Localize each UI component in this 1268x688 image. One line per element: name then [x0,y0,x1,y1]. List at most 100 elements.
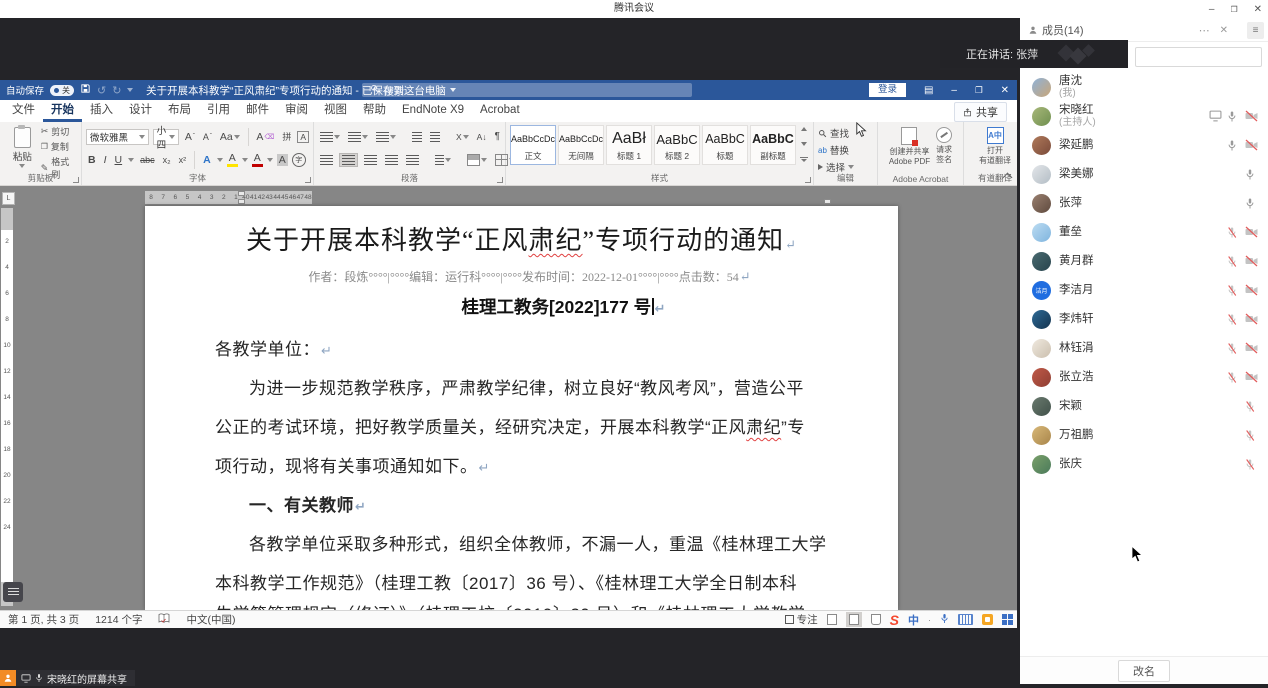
copy-button[interactable]: ❐复制 [41,140,77,153]
tab-stop-selector[interactable]: L [2,192,15,205]
member-row[interactable]: 宋晓红(主持人) [1020,102,1268,131]
grow-font-button[interactable]: Aˆ [183,131,197,143]
find-button[interactable]: 查找 [818,126,873,140]
align-right-button[interactable] [362,155,379,165]
ribbon-display-icon[interactable]: ▤ [924,85,933,96]
style-标题 2[interactable]: AaBbC标题 2 [654,125,700,165]
tab-视图[interactable]: 视图 [316,100,355,122]
highlight-button[interactable]: A [227,152,238,167]
tab-插入[interactable]: 插入 [82,100,121,122]
shading-button[interactable] [465,154,489,166]
undo-icon[interactable]: ↺ [97,84,106,97]
style-副标题[interactable]: AaBbC副标题 [750,125,796,165]
underline-button[interactable]: U [113,154,125,166]
clear-format-button[interactable]: A⌫ [254,131,276,143]
member-row[interactable]: 张庆 [1020,450,1268,479]
first-line-indent-marker[interactable] [238,191,245,196]
sogou-logo-icon[interactable]: S [890,612,899,628]
autosave-toggle[interactable]: 关 [50,85,74,96]
rename-button[interactable]: 改名 [1118,660,1170,682]
phonetic-guide-button[interactable]: 拼 [280,130,293,143]
justify-button[interactable] [383,155,400,165]
align-left-button[interactable] [318,155,335,165]
tab-文件[interactable]: 文件 [4,100,43,122]
member-row[interactable]: 洁月李洁月 [1020,276,1268,305]
clipboard-dialog-launcher[interactable] [73,177,79,183]
ime-skin-icon[interactable]: · [928,615,931,625]
request-signature-button[interactable]: 请求签名 [933,125,955,167]
panel-menu-icon[interactable]: ≡ [1247,22,1264,39]
line-spacing-button[interactable] [433,155,453,165]
cut-button[interactable]: ✂剪切 [41,125,77,138]
bold-button[interactable]: B [86,154,98,166]
close-icon[interactable]: ✕ [1254,4,1262,15]
tab-Acrobat[interactable]: Acrobat [472,100,528,122]
word-search-box[interactable]: 搜索 [362,83,692,97]
panel-more-icon[interactable]: ⋯ [1199,24,1210,37]
subscript-button[interactable]: x₂ [161,155,173,165]
paragraph-dialog-launcher[interactable] [497,177,503,183]
styles-dialog-launcher[interactable] [805,177,811,183]
proofing-icon[interactable] [158,613,170,627]
font-size-combo[interactable]: 小四 [153,129,179,145]
align-center-button[interactable] [339,153,358,167]
bullets-button[interactable] [318,132,342,142]
left-indent-marker[interactable] [238,199,245,204]
share-button[interactable]: 共享 [954,102,1007,122]
member-row[interactable]: 李炜轩 [1020,305,1268,334]
member-row[interactable]: 梁美娜 [1020,160,1268,189]
member-row[interactable]: 林钰涓 [1020,334,1268,363]
panel-close-icon[interactable]: ✕ [1220,25,1228,36]
save-icon[interactable] [80,83,91,97]
tab-设计[interactable]: 设计 [121,100,160,122]
create-pdf-button[interactable]: 创建并共享Adobe PDF [886,125,933,167]
change-case-button[interactable]: Aa [218,131,242,143]
screen-share-indicator[interactable]: 宋晓红的屏幕共享 [0,670,135,686]
web-layout-icon[interactable] [871,614,881,625]
char-border-button[interactable]: A [297,131,309,143]
ime-mic-icon[interactable] [940,613,949,627]
print-layout-icon[interactable] [846,612,862,627]
tab-开始[interactable]: 开始 [43,100,82,122]
member-row[interactable]: 梁延鹏 [1020,131,1268,160]
member-row[interactable]: 张萍 [1020,189,1268,218]
font-color-button[interactable]: A [252,152,263,167]
superscript-button[interactable]: x² [177,155,189,165]
reading-widget[interactable] [3,582,23,602]
italic-button[interactable]: I [102,154,109,166]
read-mode-icon[interactable] [827,614,837,625]
member-search-input[interactable] [1135,47,1262,67]
horizontal-ruler[interactable]: 87654321 1234567891011121314151617181920… [145,191,898,204]
enclose-char-button[interactable]: 字 [292,153,306,167]
vertical-ruler[interactable]: 24681012141618202224 [1,208,13,606]
member-row[interactable]: 张立浩 [1020,363,1268,392]
decrease-indent-button[interactable] [410,132,424,142]
word-close-icon[interactable]: ✕ [1001,85,1009,96]
signin-button[interactable]: 登录 [869,83,906,97]
tab-布局[interactable]: 布局 [160,100,199,122]
show-marks-button[interactable]: ¶ [493,131,502,142]
replace-button[interactable]: ab 替换 [818,143,873,157]
page-indicator[interactable]: 第 1 页, 共 3 页 [8,612,79,627]
ime-keyboard-icon[interactable] [958,614,973,625]
numbering-button[interactable] [346,132,370,142]
ime-grid-icon[interactable] [1002,614,1013,625]
increase-indent-button[interactable] [428,132,442,142]
style-标题[interactable]: AaBbC标题 [702,125,748,165]
font-dialog-launcher[interactable] [305,177,311,183]
styles-scroll-down-icon[interactable] [801,142,807,146]
tab-EndNote X9[interactable]: EndNote X9 [394,100,472,122]
document-page[interactable]: 关于开展本科教学“正风肃纪”专项行动的通知↵ 作者：段炼°°°°|°°°°编辑：… [145,206,898,610]
asian-layout-button[interactable]: X [454,132,471,142]
right-indent-marker[interactable] [824,199,831,204]
member-row[interactable]: 万祖鹏 [1020,421,1268,450]
font-family-combo[interactable]: 微软雅黑 [86,129,149,145]
member-row[interactable]: 宋颖 [1020,392,1268,421]
member-row[interactable]: 黄月群 [1020,247,1268,276]
styles-gallery-expand-icon[interactable] [800,157,808,163]
ime-toolbox-icon[interactable] [982,614,993,625]
redo-icon[interactable]: ↻ [112,84,121,97]
focus-mode-button[interactable]: 专注 [785,612,818,627]
style-无间隔[interactable]: AaBbCcDc无间隔 [558,125,604,165]
word-minimize-icon[interactable]: – [951,85,957,96]
